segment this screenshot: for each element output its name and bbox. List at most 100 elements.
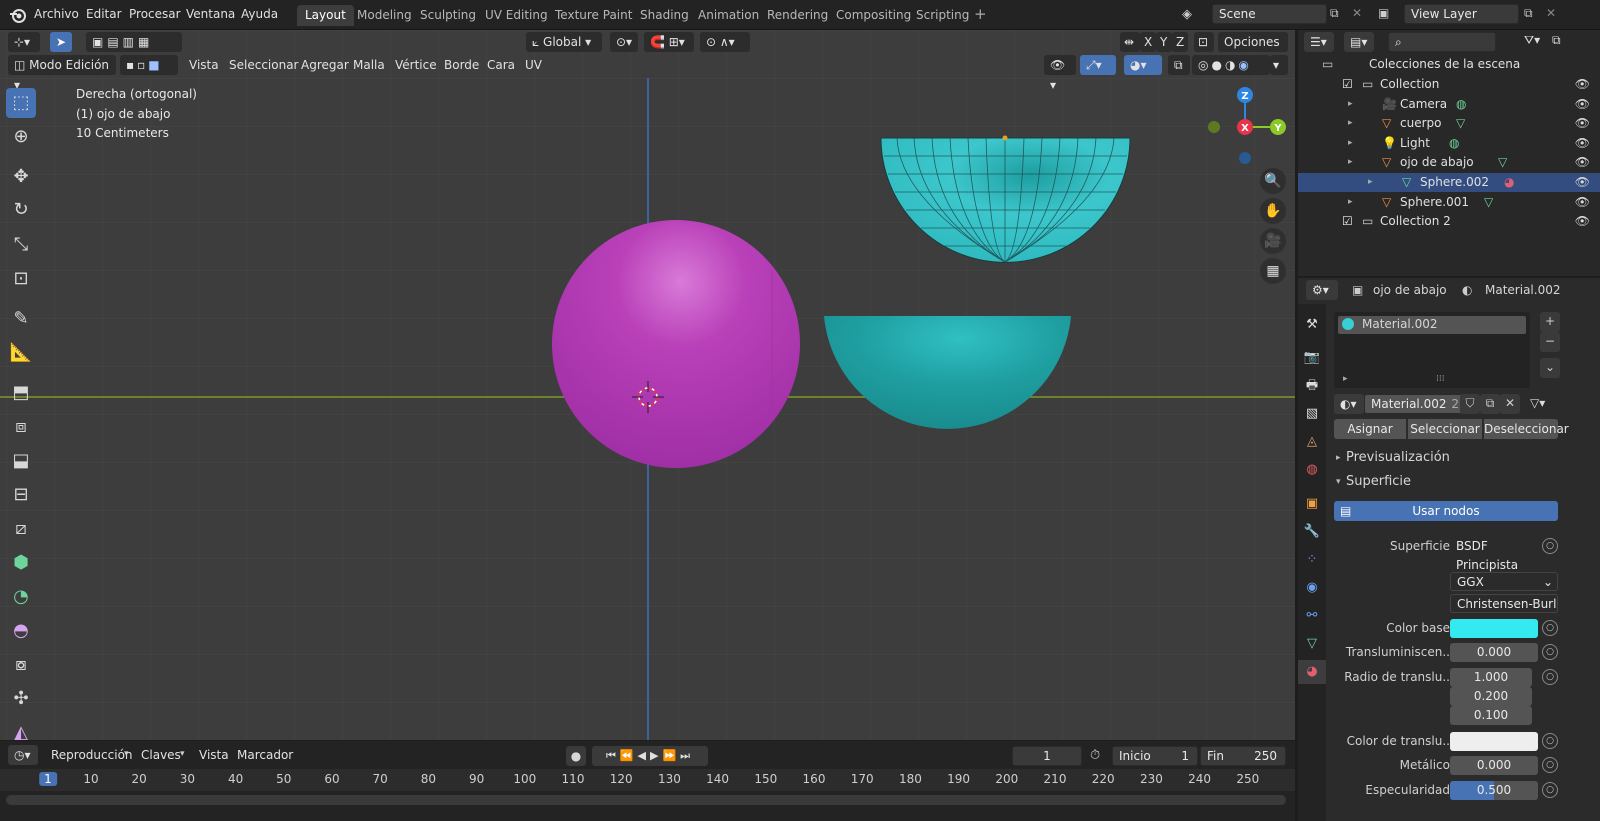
- assign-button[interactable]: Asignar: [1334, 419, 1406, 439]
- end-frame-field[interactable]: Fin 250: [1200, 746, 1286, 766]
- outliner-item[interactable]: ▸ 💡 Light ◍ 👁: [1298, 134, 1600, 153]
- tab-modeling[interactable]: Modeling: [349, 5, 420, 26]
- menu-seleccionar[interactable]: Seleccionar: [229, 55, 298, 75]
- spin-tool-icon[interactable]: ◔: [6, 582, 36, 612]
- properties-editor-icon[interactable]: ⚙▾: [1306, 280, 1338, 300]
- knife-tool-icon[interactable]: ⧄: [6, 514, 36, 544]
- menu-agregar[interactable]: Agregar: [301, 55, 349, 75]
- menu-uv[interactable]: UV: [525, 55, 542, 75]
- material-slot[interactable]: Material.002: [1338, 316, 1526, 334]
- metallic-link-icon[interactable]: ○: [1542, 757, 1558, 773]
- menu-marcador[interactable]: Marcador: [237, 745, 293, 765]
- editor-type-icon[interactable]: ⊹▾: [8, 32, 40, 52]
- material-name-field[interactable]: Material.002 2: [1364, 394, 1464, 414]
- start-frame-field[interactable]: Inicio 1: [1112, 746, 1198, 766]
- unlink-material-icon[interactable]: ✕: [1500, 394, 1520, 414]
- specular-slider[interactable]: 0.500: [1450, 781, 1538, 800]
- select-box-tool-icon[interactable]: ⬚: [6, 88, 36, 118]
- bevel-tool-icon[interactable]: ⬓: [6, 446, 36, 476]
- eye-icon[interactable]: 👁: [1575, 212, 1590, 231]
- shear-tool-icon[interactable]: ◭: [6, 718, 36, 740]
- light-data-icon[interactable]: ◍: [1449, 134, 1459, 153]
- camera-data-icon[interactable]: ◍: [1456, 95, 1466, 114]
- overlay-toggle-icon[interactable]: ◕▾: [1124, 55, 1162, 75]
- copy-view-layer-icon[interactable]: ⧉: [1524, 6, 1533, 21]
- expand-arrow-icon[interactable]: ▸: [1368, 173, 1373, 192]
- cursor-tool-icon[interactable]: ⊕: [6, 122, 36, 152]
- extrude-tool-icon[interactable]: ⬒: [6, 378, 36, 408]
- zoom-icon[interactable]: 🔍: [1260, 168, 1286, 194]
- view-layer-tab-icon[interactable]: ▧: [1300, 402, 1324, 426]
- menu-ayuda[interactable]: Ayuda: [241, 7, 278, 21]
- outliner-item[interactable]: ☑ ▭ Collection 👁: [1298, 75, 1600, 94]
- render-tab-icon[interactable]: 📷: [1300, 346, 1324, 370]
- outliner-item[interactable]: ▸ ▽ cuerpo ▽ 👁: [1298, 114, 1600, 133]
- world-tab-icon[interactable]: ◍: [1300, 458, 1324, 482]
- menu-timeline-vista[interactable]: Vista: [199, 745, 229, 765]
- poly-build-tool-icon[interactable]: ⬢: [6, 548, 36, 578]
- browse-material-icon[interactable]: ◐▾: [1334, 394, 1364, 414]
- loop-cut-tool-icon[interactable]: ⊟: [6, 480, 36, 510]
- surface-section[interactable]: Superficie: [1346, 474, 1411, 489]
- material-tab-icon[interactable]: ◕: [1298, 660, 1326, 684]
- new-collection-icon[interactable]: ⧉: [1552, 33, 1561, 48]
- subsurface-color-link-icon[interactable]: ○: [1542, 733, 1558, 749]
- output-tab-icon[interactable]: 🖶: [1300, 374, 1324, 398]
- expand-icon[interactable]: ▸: [1343, 374, 1348, 384]
- tab-shading[interactable]: Shading: [632, 5, 697, 26]
- visibility-icon[interactable]: 👁▾: [1044, 55, 1076, 92]
- select-button[interactable]: Seleccionar: [1408, 419, 1482, 439]
- subsurface-radius-y[interactable]: 0.200: [1450, 687, 1532, 706]
- checkbox-icon[interactable]: ☑: [1342, 75, 1353, 94]
- subsurface-radius-x[interactable]: 1.000: [1450, 668, 1532, 687]
- scale-tool-icon[interactable]: ⤡: [6, 230, 36, 260]
- outliner-search-input[interactable]: ⌕: [1388, 32, 1496, 52]
- menu-ventana[interactable]: Ventana: [186, 7, 235, 21]
- current-frame-field[interactable]: 1: [1012, 746, 1082, 766]
- resize-handle-icon[interactable]: ⁞⁞⁞: [1436, 374, 1445, 384]
- grid-ortho-icon[interactable]: ▦: [1260, 258, 1286, 284]
- duplicate-material-icon[interactable]: ⧉: [1480, 394, 1500, 414]
- remove-slot-icon[interactable]: −: [1540, 332, 1560, 352]
- 3d-viewport[interactable]: ⊹▾ ➤ ▣▤▥▦ ⟀ Global ▾ ⊙▾ 🧲 ⊞▾ ⊙ ∧▾ ⇹ X Y …: [0, 30, 1295, 740]
- mirror-icon[interactable]: ⇹: [1120, 32, 1140, 52]
- fake-user-icon[interactable]: ⛉: [1460, 394, 1480, 414]
- menu-editar[interactable]: Editar: [86, 7, 122, 21]
- menu-vertice[interactable]: Vértice: [395, 55, 437, 75]
- display-mode-icon[interactable]: ▤▾: [1344, 32, 1374, 52]
- xray-icon[interactable]: ⧉: [1168, 55, 1190, 75]
- frame-ruler[interactable]: 1 10 20 30 40 50 60 70 80 90 100 110 120 130 140 150 160…: [0, 769, 1295, 791]
- slot-specials-icon[interactable]: ⌄: [1540, 358, 1560, 378]
- modifier-tab-icon[interactable]: 🔧: [1300, 520, 1324, 544]
- outliner-item[interactable]: ▸ ▽ Sphere.002 ◕ 👁: [1298, 173, 1600, 192]
- scene-tab-icon[interactable]: ◬: [1300, 430, 1324, 454]
- surface-shader[interactable]: BSDF Principista: [1450, 537, 1542, 572]
- measure-tool-icon[interactable]: 📐: [6, 338, 36, 368]
- shading-options-icon[interactable]: ▾: [1270, 55, 1288, 75]
- base-color-swatch[interactable]: [1450, 619, 1538, 638]
- subsurface-link-icon[interactable]: ○: [1542, 644, 1558, 660]
- outliner-item[interactable]: ▸ ▽ Sphere.001 ▽ 👁: [1298, 193, 1600, 212]
- preview-collapse-icon[interactable]: ▸: [1336, 453, 1341, 463]
- current-frame-marker[interactable]: 1: [39, 772, 57, 786]
- smooth-tool-icon[interactable]: ◓: [6, 616, 36, 646]
- menu-borde[interactable]: Borde: [444, 55, 479, 75]
- axis-y-toggle[interactable]: Y: [1156, 32, 1172, 52]
- playback-controls[interactable]: ⏮⏪◀▶⏩⏭: [592, 746, 708, 766]
- tab-animation[interactable]: Animation: [690, 5, 767, 26]
- eye-icon[interactable]: 👁: [1575, 134, 1590, 153]
- menu-claves[interactable]: Claves: [141, 745, 181, 765]
- filter-icon[interactable]: ⛛▾: [1524, 33, 1540, 48]
- tab-compositing[interactable]: Compositing: [828, 5, 919, 26]
- tab-texture-paint[interactable]: Texture Paint: [547, 5, 640, 26]
- expand-arrow-icon[interactable]: ▸: [1348, 134, 1353, 153]
- inset-tool-icon[interactable]: ⧈: [6, 412, 36, 442]
- remove-scene-icon[interactable]: ✕: [1352, 6, 1362, 20]
- tab-scripting[interactable]: Scripting: [908, 5, 977, 26]
- add-workspace-icon[interactable]: +: [974, 5, 987, 23]
- orientation-dropdown[interactable]: ⟀ Global ▾: [526, 32, 602, 52]
- menu-malla[interactable]: Malla: [353, 55, 385, 75]
- auto-merge-icon[interactable]: ⊡: [1194, 32, 1214, 52]
- stopwatch-icon[interactable]: ⏱: [1090, 748, 1100, 763]
- scene-field[interactable]: Scene: [1212, 4, 1327, 24]
